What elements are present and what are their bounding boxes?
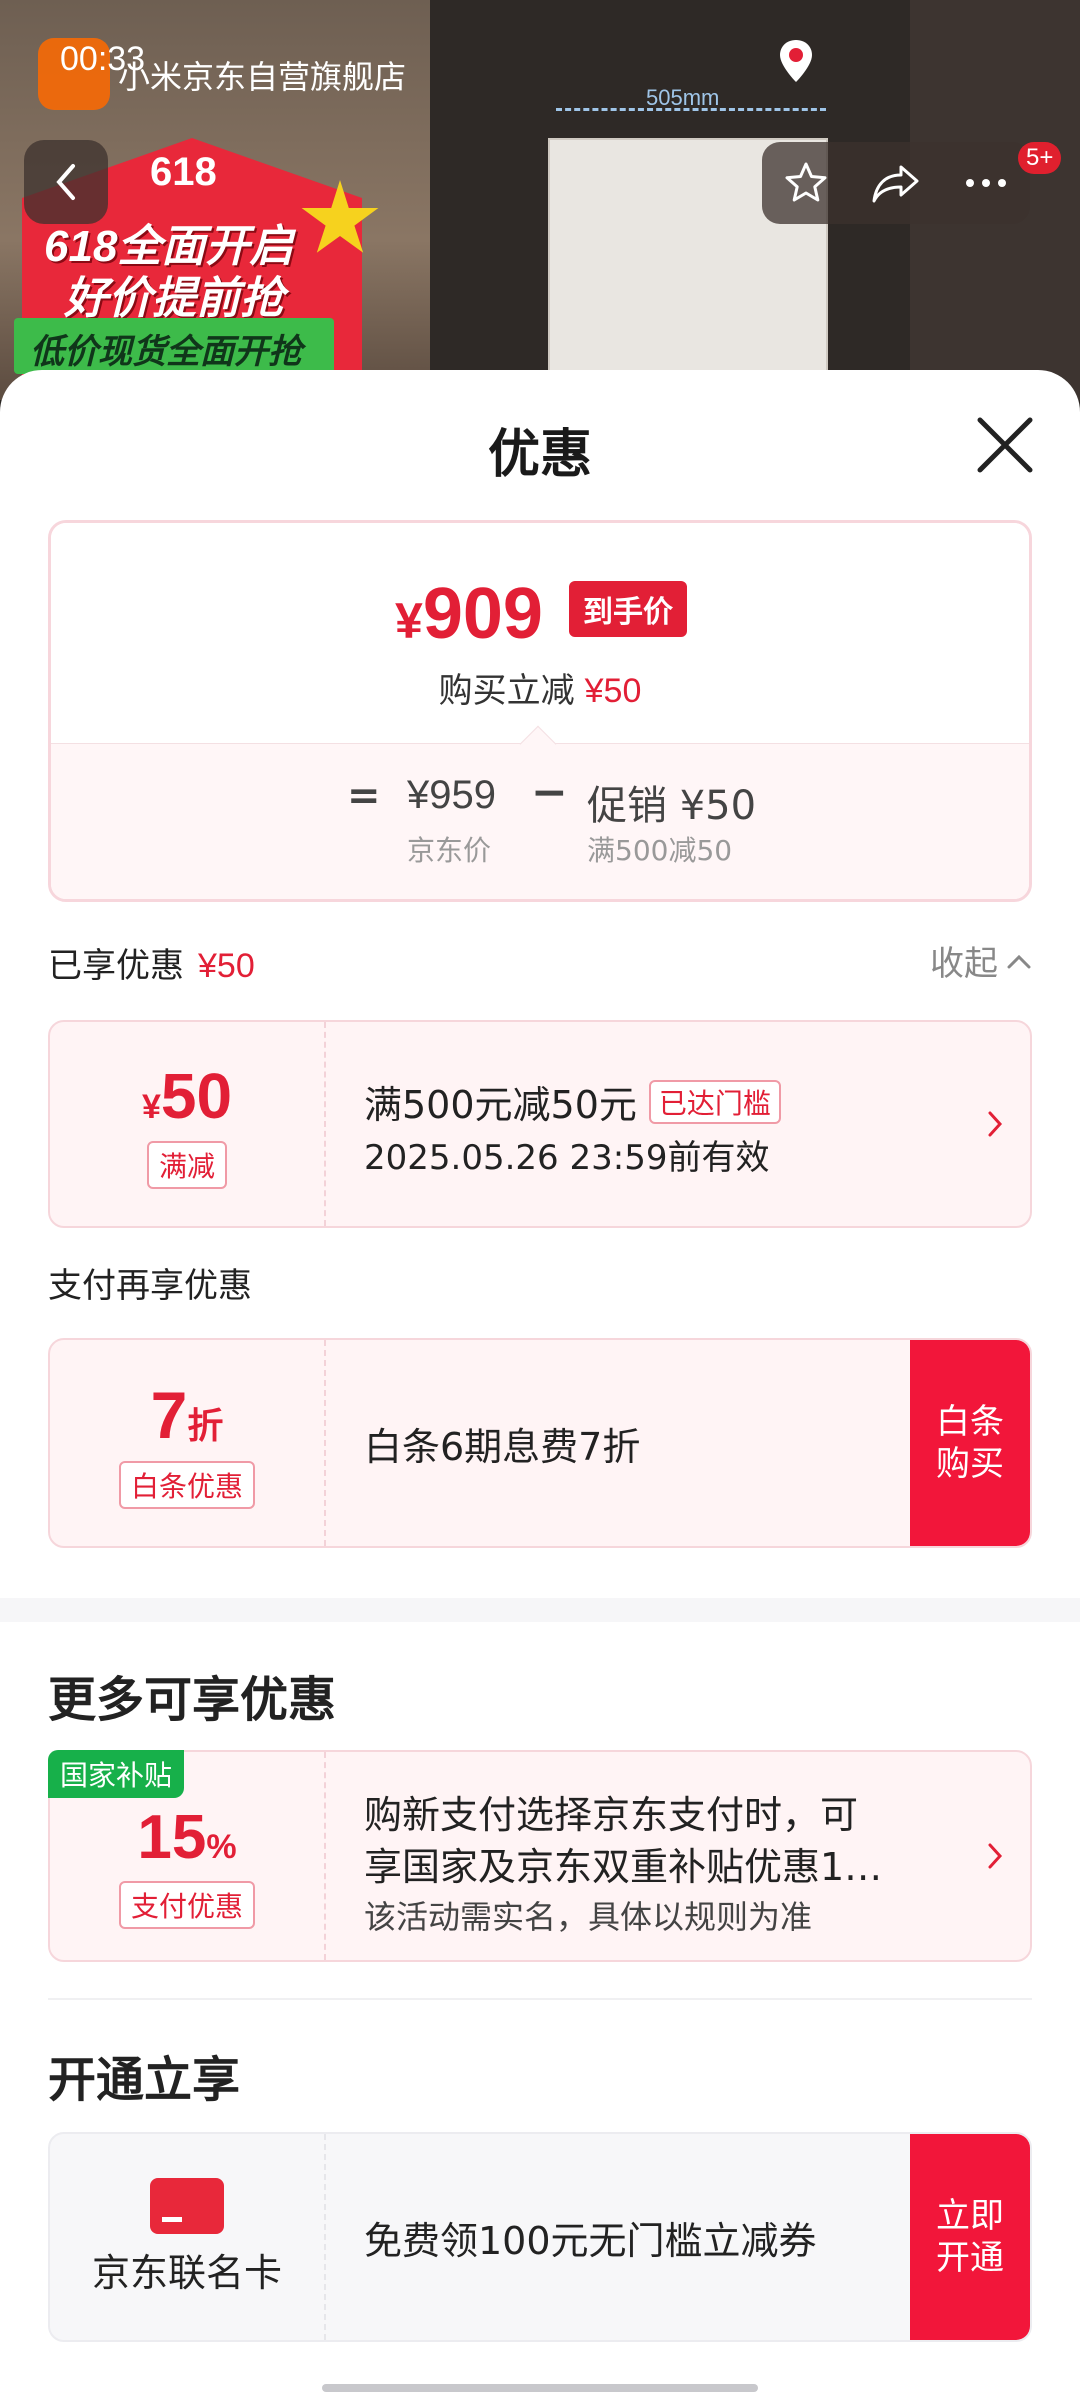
- coupon-title-row: 满500元减50元 已达门槛: [364, 1074, 781, 1129]
- buy-reduce-row: 购买立减 ¥50: [51, 663, 1029, 712]
- baitiao-buy-button[interactable]: 白条购买: [910, 1340, 1030, 1546]
- price-summary: ¥909 到手价 购买立减 ¥50: [51, 523, 1029, 743]
- final-price-value: 909: [422, 574, 543, 654]
- discount-value: 7折: [151, 1377, 224, 1453]
- open-now-title: 开通立享: [48, 2052, 241, 2108]
- more-discounts-title: 更多可享优惠: [48, 1672, 337, 1728]
- reduce-amount: ¥50: [584, 672, 642, 710]
- final-price-tag: 到手价: [569, 581, 687, 637]
- card-offer-title: 免费领100元无门槛立减券: [364, 2218, 817, 2263]
- home-indicator: [322, 2384, 758, 2392]
- coupon-type: 满减: [146, 1141, 227, 1189]
- subsidy-number: 15: [137, 1802, 207, 1872]
- notification-badge: 5+: [1018, 142, 1062, 174]
- coupon-validity: 2025.05.26 23:59前有效: [364, 1138, 770, 1178]
- coupon-title: 白条6期息费7折: [364, 1424, 641, 1469]
- coupon-value-panel: 7折 白条优惠: [50, 1340, 326, 1546]
- jd-price: ¥959: [407, 773, 496, 817]
- threshold-reached-badge: 已达门槛: [648, 1079, 781, 1124]
- chevron-up-icon: [1007, 954, 1031, 968]
- card-name: 京东联名卡: [91, 2250, 282, 2295]
- star-icon[interactable]: [782, 159, 830, 207]
- equals-sign: =: [347, 773, 381, 819]
- section-divider: [0, 1598, 1080, 1622]
- card-panel: 京东联名卡: [50, 2134, 326, 2340]
- promo-line-2: 好价提前抢: [64, 274, 284, 323]
- width-measure: 505mm: [556, 85, 826, 124]
- back-button[interactable]: [24, 140, 108, 224]
- subsidy-desc-line2: 享国家及京东双重补贴优惠1…: [364, 1845, 883, 1889]
- discount-number: 7: [150, 1378, 188, 1452]
- share-icon[interactable]: [869, 161, 923, 205]
- jd-price-label: 京东价: [407, 834, 492, 867]
- subsidy-coupon[interactable]: 15% 支付优惠 购新支付选择京东支付时，可 享国家及京东双重补贴优惠1… 该活…: [48, 1750, 1032, 1962]
- collapse-label: 收起: [930, 944, 998, 984]
- currency-symbol: ¥: [395, 593, 423, 649]
- pay-more-label: 支付再享优惠: [48, 1266, 252, 1306]
- coupon-type: 支付优惠: [118, 1880, 255, 1929]
- chevron-left-icon: [56, 164, 75, 200]
- gov-subsidy-badge: 国家补贴: [48, 1750, 185, 1798]
- discount-sheet: 优惠 ¥909 到手价 购买立减 ¥50 = ¥959 京东价 − 促销 ¥50 …: [0, 370, 1080, 2400]
- baitiao-coupon: 7折 白条优惠 白条6期息费7折 白条购买: [48, 1338, 1032, 1548]
- subsidy-value: 15%: [137, 1802, 236, 1873]
- top-action-bar: [762, 142, 1030, 224]
- location-pin-icon: [780, 40, 812, 82]
- credit-card-icon: [150, 2177, 224, 2234]
- collapse-button[interactable]: 收起: [930, 936, 1032, 985]
- chevron-right-icon: [988, 1111, 1003, 1137]
- promo-rule: 满500减50: [587, 834, 733, 867]
- subsidy-unit: %: [206, 1827, 237, 1866]
- subsidy-note: 该活动需实名，具体以规则为准: [364, 1898, 813, 1936]
- promo-value: 促销 ¥50: [587, 783, 757, 829]
- open-card-button[interactable]: 立即开通: [910, 2134, 1030, 2340]
- promo-line-3: 低价现货全面开抢: [14, 318, 334, 374]
- measure-label: 505mm: [646, 85, 720, 110]
- coupon-title: 满500元减50元: [364, 1083, 637, 1127]
- price-card: ¥909 到手价 购买立减 ¥50 = ¥959 京东价 − 促销 ¥50 满50…: [48, 520, 1032, 902]
- coupon-value: ¥50: [142, 1059, 232, 1133]
- subsidy-desc-line1: 购新支付选择京东支付时，可: [364, 1793, 859, 1837]
- more-icon[interactable]: [962, 175, 1010, 191]
- coupon-currency: ¥: [141, 1088, 161, 1126]
- discount-unit: 折: [187, 1405, 224, 1446]
- chevron-right-icon: [988, 1843, 1003, 1869]
- enjoyed-discount-row: 已享优惠 ¥50: [48, 938, 255, 987]
- full-reduction-coupon[interactable]: ¥50 满减 满500元减50元 已达门槛 2025.05.26 23:59前有…: [48, 1020, 1032, 1228]
- sheet-title: 优惠: [487, 425, 592, 485]
- minus-sign: −: [531, 767, 568, 818]
- final-price: ¥909: [395, 573, 543, 655]
- co-branded-card-offer: 京东联名卡 免费领100元无门槛立减券 立即开通: [48, 2132, 1032, 2342]
- close-icon[interactable]: [974, 414, 1036, 476]
- coupon-amount: 50: [160, 1060, 233, 1132]
- coupon-value-panel: ¥50 满减: [50, 1022, 326, 1226]
- enjoyed-label: 已享优惠: [48, 946, 184, 986]
- coupon-type: 白条优惠: [118, 1461, 255, 1509]
- store-name[interactable]: 小米京东自营旗舰店: [118, 52, 406, 98]
- divider: [48, 1998, 1032, 2000]
- reduce-label: 购买立减: [438, 671, 575, 711]
- promo-618-tag: 618: [150, 150, 217, 194]
- enjoyed-amount: ¥50: [198, 947, 255, 985]
